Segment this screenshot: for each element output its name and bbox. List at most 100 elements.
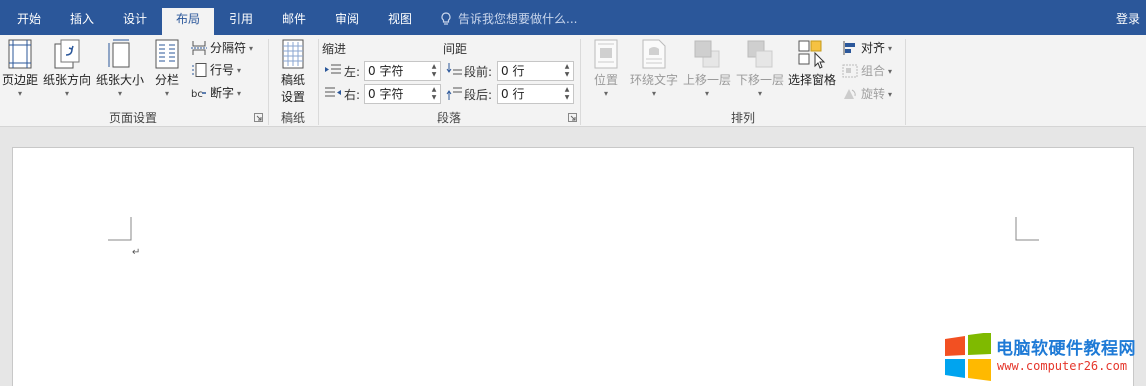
indent-left-icon	[325, 64, 341, 74]
tab-home[interactable]: 开始	[10, 8, 48, 35]
bring-forward-icon	[694, 40, 720, 68]
spacing-after-icon	[446, 87, 462, 100]
align-button[interactable]: 对齐 ▾	[842, 38, 892, 58]
selection-pane-icon	[798, 40, 826, 69]
spacing-before-value: 0 行	[501, 64, 525, 78]
orientation-icon	[54, 39, 80, 69]
breaks-label: 分隔符	[210, 41, 247, 55]
ribbon-tab-bar: 开始 插入 设计 布局 引用 邮件 审阅 视图 告诉我您想要做什么... 登录	[0, 0, 1146, 35]
spacing-after-value: 0 行	[501, 87, 525, 101]
sign-in-link[interactable]: 登录	[1116, 8, 1140, 30]
paper-size-icon	[108, 39, 130, 68]
indent-right-input[interactable]: 0 字符 ▲ ▼	[364, 84, 441, 104]
margin-corner-top-right	[1015, 217, 1039, 241]
chevron-down-icon: ▾	[651, 89, 656, 98]
tab-references[interactable]: 引用	[221, 8, 261, 35]
tab-view[interactable]: 视图	[380, 8, 420, 35]
group-button[interactable]: 组合 ▾	[842, 61, 892, 81]
group-divider	[580, 39, 581, 125]
spinner-arrows-icon[interactable]: ▲ ▼	[563, 86, 571, 102]
tab-insert[interactable]: 插入	[62, 8, 102, 35]
spacing-heading: 间距	[443, 42, 468, 56]
draft-paper-label-line2: 设置	[280, 90, 305, 104]
paragraph-mark: ↵	[132, 247, 141, 258]
indent-heading: 缩进	[322, 42, 347, 56]
breaks-button[interactable]: 分隔符 ▾	[191, 38, 253, 58]
rotate-icon	[844, 89, 856, 99]
align-icon	[843, 41, 855, 55]
hyphenation-label: 断字	[210, 86, 235, 100]
wrap-text-label: 环绕文字	[629, 73, 678, 87]
tab-mailings[interactable]: 邮件	[274, 8, 314, 35]
tell-me-placeholder: 告诉我您想要做什么...	[458, 12, 578, 26]
rotate-button[interactable]: 旋转 ▾	[842, 84, 892, 104]
chevron-down-icon: ▾	[888, 90, 893, 99]
lightbulb-icon	[441, 12, 451, 25]
draft-paper-label-line1: 稿纸	[280, 73, 305, 87]
margins-icon	[8, 39, 32, 69]
size-button[interactable]: 纸张大小 ▾	[95, 39, 145, 98]
breaks-icon	[191, 41, 207, 55]
indent-left-input[interactable]: 0 字符 ▲ ▼	[364, 61, 441, 81]
rotate-label: 旋转	[861, 87, 886, 101]
ribbon-layout: 页边距 ▾ 纸张方向 ▾ 纸张大小 ▾ 分栏 ▾ 分隔符 ▾ 行号 ▾ bc 断字	[0, 35, 1146, 127]
indent-left-value: 0 字符	[368, 64, 404, 78]
tab-design[interactable]: 设计	[115, 8, 155, 35]
spinner-arrows-icon[interactable]: ▲ ▼	[430, 86, 438, 102]
selection-pane-label: 选择窗格	[787, 73, 836, 87]
align-label: 对齐	[861, 41, 886, 55]
group-divider	[268, 39, 269, 125]
chevron-down-icon: ▾	[249, 44, 254, 53]
wrap-text-button[interactable]: 环绕文字 ▾	[627, 39, 681, 98]
chevron-down-icon: ▾	[237, 89, 242, 98]
spacing-after-label: 段后:	[464, 88, 493, 102]
group-label: 组合	[861, 64, 886, 78]
dialog-launcher-icon[interactable]	[568, 113, 577, 122]
tab-review[interactable]: 审阅	[327, 8, 367, 35]
line-numbers-label: 行号	[210, 63, 235, 77]
indent-right-icon	[325, 87, 341, 97]
watermark-url: www.computer26.com	[997, 359, 1128, 373]
draft-paper-icon	[282, 39, 304, 69]
send-backward-label: 下移一层	[735, 73, 784, 87]
draft-paper-setup-button[interactable]: 稿纸 设置	[275, 39, 311, 105]
chevron-down-icon: ▾	[757, 89, 762, 98]
spinner-arrows-icon[interactable]: ▲ ▼	[430, 63, 438, 79]
dialog-launcher-icon[interactable]	[254, 113, 263, 122]
margin-corner-top-left	[108, 217, 132, 241]
bring-forward-button[interactable]: 上移一层 ▾	[681, 39, 733, 98]
selection-pane-button[interactable]: 选择窗格	[787, 39, 837, 88]
chevron-down-icon: ▾	[117, 89, 122, 98]
orientation-button[interactable]: 纸张方向 ▾	[42, 39, 92, 98]
indent-right-value: 0 字符	[368, 87, 404, 101]
draft-paper-group-label: 稿纸	[280, 111, 305, 125]
chevron-down-icon: ▾	[17, 89, 22, 98]
margins-button[interactable]: 页边距 ▾	[0, 39, 40, 98]
spacing-after-input[interactable]: 0 行 ▲ ▼	[497, 84, 574, 104]
paragraph-group-label: 段落	[436, 111, 461, 125]
chevron-down-icon: ▾	[64, 89, 69, 98]
hyphenation-button[interactable]: bc 断字 ▾	[191, 83, 241, 103]
chevron-down-icon: ▾	[603, 89, 608, 98]
columns-icon	[155, 39, 179, 69]
send-backward-button[interactable]: 下移一层 ▾	[734, 39, 786, 98]
chevron-down-icon: ▾	[888, 44, 893, 53]
columns-button[interactable]: 分栏 ▾	[151, 39, 183, 98]
watermark-title: 电脑软硬件教程网	[996, 339, 1136, 359]
chevron-down-icon: ▾	[237, 66, 242, 75]
line-numbers-button[interactable]: 行号 ▾	[191, 60, 241, 80]
spinner-arrows-icon[interactable]: ▲ ▼	[563, 63, 571, 79]
hyphenation-icon: bc	[191, 89, 206, 100]
tab-layout[interactable]: 布局	[162, 8, 214, 35]
position-icon	[594, 39, 618, 69]
orientation-label: 纸张方向	[42, 73, 91, 87]
line-numbers-icon	[192, 63, 207, 77]
position-label: 位置	[593, 73, 618, 87]
tell-me-box[interactable]: 告诉我您想要做什么...	[440, 8, 577, 30]
position-button[interactable]: 位置 ▾	[588, 39, 624, 98]
wrap-text-icon	[642, 39, 666, 69]
group-objects-icon	[842, 64, 858, 78]
windows-logo-icon	[945, 333, 991, 381]
chevron-down-icon: ▾	[164, 89, 169, 98]
spacing-before-input[interactable]: 0 行 ▲ ▼	[497, 61, 574, 81]
